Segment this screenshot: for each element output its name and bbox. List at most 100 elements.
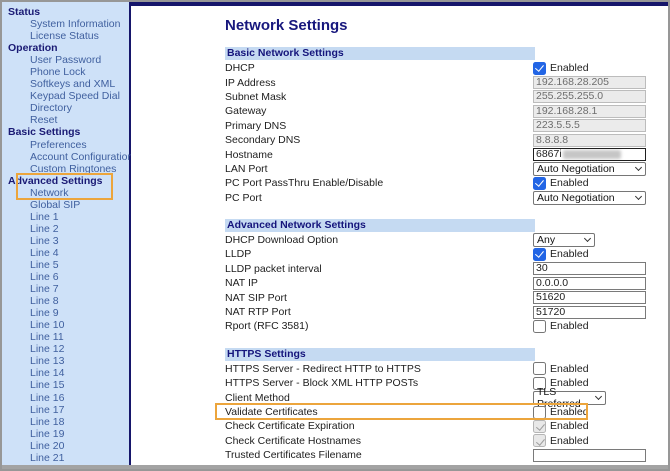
window-bottom-edge [2,465,668,469]
text-input: 255.255.255.0 [533,90,646,103]
text-input[interactable]: 6867i [533,148,646,161]
field-control: 51720 [533,306,646,319]
form-row-validate-certificates: Validate CertificatesEnabled [225,405,646,419]
sidebar-item-line-4[interactable]: Line 4 [2,247,129,259]
sidebar-item-line-2[interactable]: Line 2 [2,223,129,235]
sidebar-item-user-password[interactable]: User Password [2,54,129,66]
dropdown-select[interactable]: TLS Preferred [533,391,606,405]
settings-section-https-settings: HTTPS Settings HTTPS Server - Redirect HT… [225,348,646,463]
form-row-nat-rtp-port: NAT RTP Port51720 [225,305,646,319]
chevron-down-icon [584,235,591,242]
form-row-ip-address: IP Address192.168.28.205 [225,75,646,89]
sidebar-item-line-12[interactable]: Line 12 [2,343,129,355]
unchecked-checkbox[interactable] [533,406,546,419]
checked-checkbox[interactable] [533,248,546,261]
field-control: Any [533,233,646,247]
sidebar-item-custom-ringtones[interactable]: Custom Ringtones [2,163,129,175]
dropdown-select[interactable]: Auto Negotiation [533,162,646,176]
field-control: Enabled [533,248,646,261]
sidebar-item-line-3[interactable]: Line 3 [2,235,129,247]
checked-checkbox [533,434,546,447]
input-value: 6867i [536,149,562,160]
text-input: 192.168.28.205 [533,76,646,89]
input-value: 0.0.0.0 [536,278,568,289]
field-control: TLS Preferred [533,391,646,405]
sidebar-item-line-20[interactable]: Line 20 [2,440,129,452]
unchecked-checkbox[interactable] [533,320,546,333]
form-row-subnet-mask: Subnet Mask255.255.255.0 [225,90,646,104]
form-row-dhcp-download-option: DHCP Download Option Any [225,233,646,247]
checked-checkbox[interactable] [533,177,546,190]
form-row-nat-sip-port: NAT SIP Port51620 [225,290,646,304]
selected-option: Auto Negotiation [537,192,615,204]
checked-checkbox[interactable] [533,62,546,75]
sidebar-item-line-18[interactable]: Line 18 [2,416,129,428]
sidebar-item-phone-lock[interactable]: Phone Lock [2,66,129,78]
dropdown-select[interactable]: Any [533,233,595,247]
field-label: Check Certificate Hostnames [225,435,533,447]
field-label: HTTPS Server - Block XML HTTP POSTs [225,377,533,389]
sidebar-item-license-status[interactable]: License Status [2,30,129,42]
input-value: 192.168.28.205 [536,77,609,88]
sidebar-item-global-sip[interactable]: Global SIP [2,199,129,211]
field-label: HTTPS Server - Redirect HTTP to HTTPS [225,363,533,375]
sidebar-item-reset[interactable]: Reset [2,114,129,126]
field-label: Secondary DNS [225,134,533,146]
sidebar-item-line-21[interactable]: Line 21 [2,452,129,464]
sidebar-item-line-16[interactable]: Line 16 [2,392,129,404]
sidebar-item-line-9[interactable]: Line 9 [2,307,129,319]
field-control: 30 [533,262,646,275]
field-label: PC Port PassThru Enable/Disable [225,177,533,189]
sidebar-item-softkeys-and-xml[interactable]: Softkeys and XML [2,78,129,90]
checkbox-label: Enabled [550,320,589,332]
sidebar-item-line-6[interactable]: Line 6 [2,271,129,283]
sidebar-item-preferences[interactable]: Preferences [2,139,129,151]
form-row-lldp-packet-interval: LLDP packet interval30 [225,262,646,276]
field-label: Hostname [225,149,533,161]
sidebar-item-line-19[interactable]: Line 19 [2,428,129,440]
sidebar-item-line-11[interactable]: Line 11 [2,331,129,343]
chevron-down-icon [595,393,602,400]
field-control: Enabled [533,434,646,447]
sidebar-item-keypad-speed-dial[interactable]: Keypad Speed Dial [2,90,129,102]
text-input: 192.168.28.1 [533,105,646,118]
form-row-lan-port: LAN PortAuto Negotiation [225,162,646,176]
sidebar-item-line-15[interactable]: Line 15 [2,379,129,391]
sidebar-item-line-8[interactable]: Line 8 [2,295,129,307]
sidebar-item-line-5[interactable]: Line 5 [2,259,129,271]
sidebar-item-line-14[interactable]: Line 14 [2,367,129,379]
form-row-gateway: Gateway192.168.28.1 [225,104,646,118]
text-input[interactable]: 0.0.0.0 [533,277,646,290]
field-control: 0.0.0.0 [533,277,646,290]
sidebar-item-line-7[interactable]: Line 7 [2,283,129,295]
field-label: LLDP packet interval [225,263,533,275]
dropdown-select[interactable]: Auto Negotiation [533,191,646,205]
text-input[interactable] [533,449,646,462]
input-value: 255.255.255.0 [536,91,603,102]
sidebar-item-network[interactable]: Network [2,187,129,199]
field-label: NAT IP [225,277,533,289]
unchecked-checkbox[interactable] [533,362,546,375]
sidebar-item-directory[interactable]: Directory [2,102,129,114]
sidebar-item-system-information[interactable]: System Information [2,18,129,30]
text-input[interactable]: 51720 [533,306,646,319]
field-control: 51620 [533,291,646,304]
sidebar-item-account-configuration[interactable]: Account Configuration [2,151,129,163]
sidebar-item-line-13[interactable]: Line 13 [2,355,129,367]
field-label: Trusted Certificates Filename [225,449,533,461]
checkbox-label: Enabled [550,248,589,260]
sidebar-item-line-10[interactable]: Line 10 [2,319,129,331]
section-header: HTTPS Settings [225,348,535,361]
field-control: 192.168.28.205 [533,76,646,89]
text-input[interactable]: 30 [533,262,646,275]
field-label: Check Certificate Expiration [225,420,533,432]
field-control: Auto Negotiation [533,191,646,205]
form-row-rport-rfc-3581: Rport (RFC 3581)Enabled [225,319,646,333]
text-input[interactable]: 51620 [533,291,646,304]
field-label: LLDP [225,248,533,260]
field-label: DHCP Download Option [225,234,533,246]
checkbox-label: Enabled [550,435,589,447]
sidebar-item-line-17[interactable]: Line 17 [2,404,129,416]
selected-option: Any [537,234,555,246]
sidebar-item-line-1[interactable]: Line 1 [2,211,129,223]
